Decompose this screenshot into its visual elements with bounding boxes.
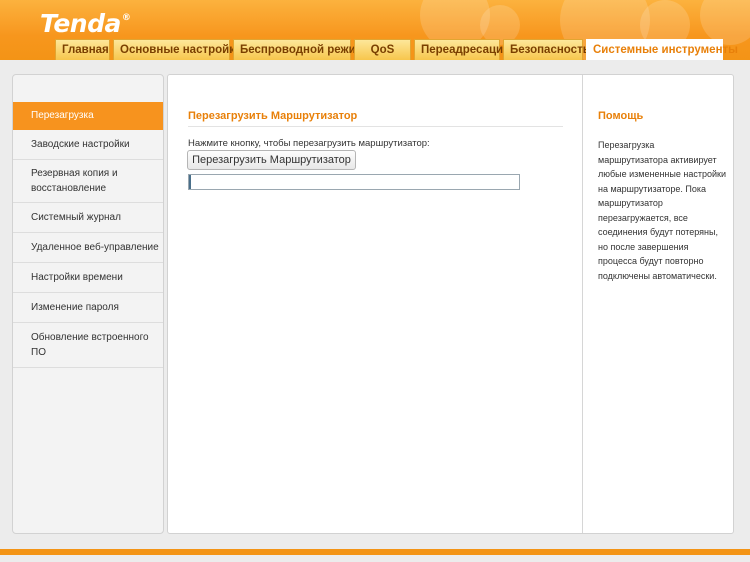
title-divider <box>188 126 563 127</box>
tab-home[interactable]: Главная <box>55 39 110 60</box>
help-text: Перезагрузка маршрутизатора активирует л… <box>598 140 726 281</box>
sidebar-item-change-password[interactable]: Изменение пароля <box>13 293 163 323</box>
sidebar-item-time-settings[interactable]: Настройки времени <box>13 263 163 293</box>
tab-system-tools[interactable]: Системные инструменты <box>586 39 738 60</box>
main-nav-tabs: Главная Основные настройки Беспроводной … <box>55 39 738 60</box>
progress-fill <box>189 175 191 189</box>
footer-bar <box>0 549 750 555</box>
tenda-logo: Tenda® <box>40 9 131 38</box>
tab-wireless[interactable]: Беспроводной режим <box>233 39 364 60</box>
tab-port-forwarding[interactable]: Переадресация <box>414 39 510 60</box>
tab-security[interactable]: Безопасность <box>503 39 590 60</box>
sidebar-item-system-log[interactable]: Системный журнал <box>13 203 163 233</box>
tab-qos[interactable]: QoS <box>354 39 411 60</box>
sidebar-item-factory-defaults[interactable]: Заводские настройки <box>13 130 163 160</box>
header-banner: Tenda® Главная Основные настройки Беспро… <box>0 0 750 60</box>
page-title: Перезагрузить Маршрутизатор <box>188 110 358 122</box>
main-panel: Перезагрузить Маршрутизатор Нажмите кноп… <box>167 74 734 534</box>
sidebar-item-backup-restore[interactable]: Резервная копия и восстановление <box>13 160 163 203</box>
help-divider <box>582 75 583 533</box>
tab-basic-settings[interactable]: Основные настройки <box>113 39 242 60</box>
sidebar-item-remote-web-management[interactable]: Удаленное веб-управление <box>13 233 163 263</box>
reboot-progress-bar <box>188 174 520 190</box>
registered-mark: ® <box>121 13 131 23</box>
logo-text: Tenda <box>40 9 121 38</box>
reboot-instruction: Нажмите кнопку, чтобы перезагрузить марш… <box>188 138 430 149</box>
sidebar: Перезагрузка Заводские настройки Резервн… <box>12 74 164 534</box>
sidebar-item-firmware-upgrade[interactable]: Обновление встроенного ПО <box>13 323 163 368</box>
reboot-router-button[interactable]: Перезагрузить Маршрутизатор <box>187 150 356 170</box>
help-title: Помощь <box>598 110 644 122</box>
sidebar-item-reboot[interactable]: Перезагрузка <box>13 102 163 130</box>
sidebar-menu: Перезагрузка Заводские настройки Резервн… <box>13 102 163 368</box>
